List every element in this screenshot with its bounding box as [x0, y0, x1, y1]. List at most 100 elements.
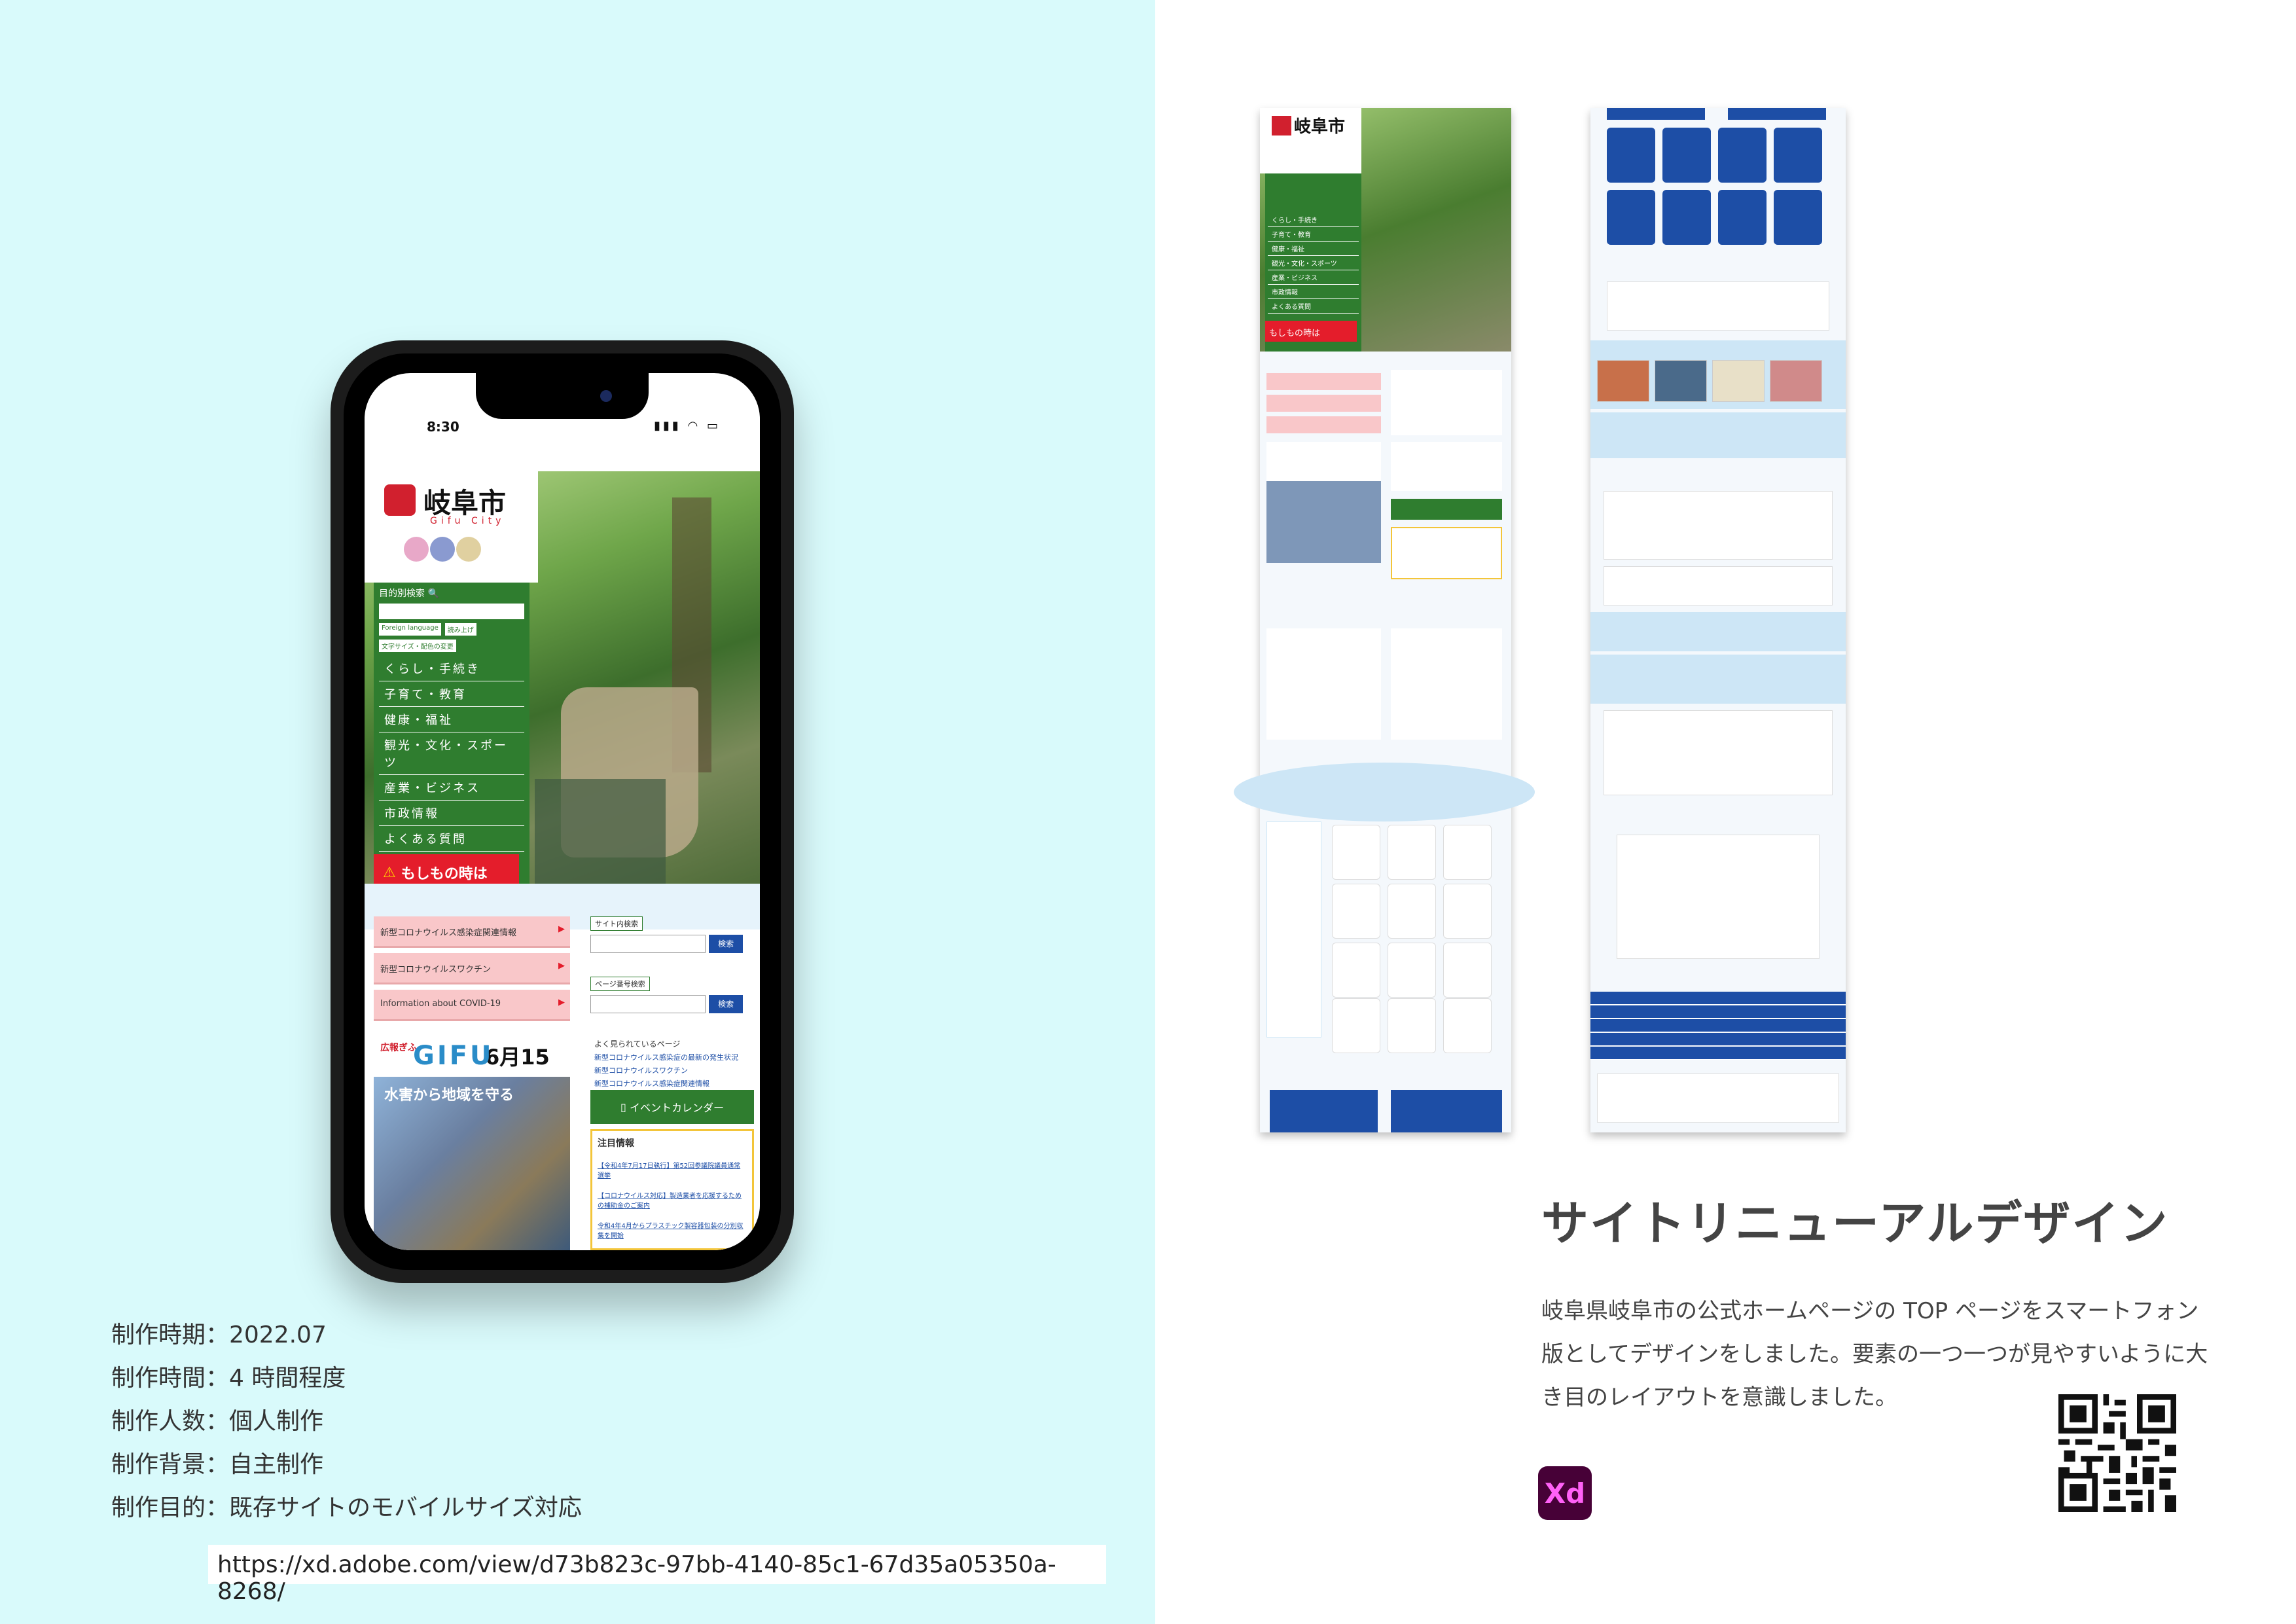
event-calendar-label: イベントカレンダー	[629, 1102, 724, 1114]
popular-title: よく見られているページ	[594, 1039, 681, 1049]
overview-news	[1266, 628, 1381, 740]
page-search-button[interactable]: 検索	[709, 995, 744, 1013]
overview-topic-thumb	[1597, 360, 1649, 402]
site-search-input[interactable]	[590, 935, 706, 953]
overview-menu-item: 子育て・教育	[1268, 227, 1359, 242]
meta-purpose: 制作目的：既存サイトのモバイルサイズ対応	[111, 1494, 582, 1521]
overview-icon-tile	[1443, 998, 1492, 1053]
logo-name: 岐阜市	[423, 487, 507, 519]
status-time: 8:30	[427, 419, 459, 435]
notice-item[interactable]: 【コロナウイルス対応】製造業者を応援するための補助金のご案内	[598, 1190, 747, 1210]
page-title: サイトリニューアルデザイン	[1541, 1196, 2169, 1251]
overview-plaza	[1590, 612, 1846, 651]
covid-link-english[interactable]: Information about COVID-19	[374, 990, 570, 1021]
overview-links	[1590, 655, 1846, 704]
popular-item[interactable]: 新型コロナウイルス感染症の最新の発生状況	[594, 1052, 750, 1062]
meta-time: 制作時間：4 時間程度	[111, 1365, 346, 1392]
overview-icon-tile	[1332, 884, 1380, 939]
overview-kouhou-cover	[1266, 481, 1381, 563]
popular-item[interactable]: 新型コロナウイルス感染症関連情報	[594, 1078, 750, 1089]
overview-ads	[1617, 835, 1820, 959]
overview-blue-tile	[1662, 190, 1711, 245]
logo-area[interactable]: 岐阜市 Gifu City	[365, 471, 538, 583]
overview-menu-item: 観光・文化・スポーツ	[1268, 256, 1359, 270]
popular-pages: よく見られているページ 新型コロナウイルス感染症の最新の発生状況 新型コロナウイ…	[590, 1034, 754, 1088]
mascot-image	[404, 537, 482, 576]
city-emblem-icon	[1272, 116, 1291, 135]
site-search-button[interactable]: 検索	[709, 935, 744, 953]
overview-icon-tile	[1443, 943, 1492, 998]
kouhou-cover-image[interactable]: 水害から地域を守る	[374, 1077, 570, 1250]
overview-blue-tile	[1607, 128, 1655, 183]
overview-about	[1604, 491, 1833, 560]
overview-side-list	[1266, 821, 1321, 1038]
menu-item-health[interactable]: 健康・福祉	[379, 707, 524, 732]
overview-event-button	[1391, 499, 1502, 520]
overview-icon-tile	[1388, 825, 1436, 880]
site-overview-column-2	[1590, 108, 1846, 1132]
warning-icon: ⚠	[383, 864, 396, 881]
phone-bezel: 8:30 ▮▮▮ ◠ ▭ 岐阜市 Gifu City 目的別検索 🔍 Forei…	[344, 353, 781, 1270]
page-search-label: ページ番号検索	[590, 977, 650, 991]
overview-icon-tile	[1388, 998, 1436, 1053]
overview-search-tile	[1270, 1090, 1378, 1132]
overview-menu-item: 健康・福祉	[1268, 242, 1359, 256]
covid-link-vaccine[interactable]: 新型コロナウイルスワクチン	[374, 953, 570, 984]
text-size-button[interactable]: 文字サイズ・配色の変更	[379, 640, 456, 652]
overview-emergency: もしもの時は	[1265, 321, 1357, 342]
overview-topic-thumb	[1655, 360, 1707, 402]
foreign-language-button[interactable]: Foreign language	[379, 623, 441, 636]
kouhou-title: 広報ぎふ	[380, 1043, 417, 1053]
qr-code-icon[interactable]	[2058, 1394, 2176, 1512]
read-aloud-button[interactable]: 読み上げ	[444, 623, 476, 636]
site-search: サイト内検索 検索	[590, 916, 754, 970]
menu-item-tourism[interactable]: 観光・文化・スポーツ	[379, 732, 524, 775]
menu-item-childcare[interactable]: 子育て・教育	[379, 681, 524, 707]
left-panel: 8:30 ▮▮▮ ◠ ▭ 岐阜市 Gifu City 目的別検索 🔍 Forei…	[0, 0, 1155, 1624]
phone-screen: 8:30 ▮▮▮ ◠ ▭ 岐阜市 Gifu City 目的別検索 🔍 Forei…	[365, 373, 760, 1250]
overview-icon-tile	[1332, 998, 1380, 1053]
overview-blue-tile	[1718, 190, 1767, 245]
overview-blue-tile	[1607, 190, 1655, 245]
meta-background: 制作背景：自主制作	[111, 1451, 324, 1478]
event-calendar-button[interactable]: ▯ イベントカレンダー	[590, 1090, 754, 1124]
overview-topic-thumb	[1770, 360, 1822, 402]
overview-footer-link	[1590, 1005, 1846, 1019]
menu-search-input[interactable]	[379, 604, 524, 619]
overview-footer	[1597, 1074, 1839, 1123]
notice-item[interactable]: 令和4年4月からプラスチック製容器包装の分別収集を開始	[598, 1220, 747, 1240]
calendar-icon: ▯	[620, 1100, 630, 1113]
overview-footer-link	[1590, 992, 1846, 1005]
overview-icon-tile	[1332, 943, 1380, 998]
meta-people: 制作人数：個人制作	[111, 1408, 324, 1435]
overview-footer-link	[1590, 1019, 1846, 1032]
menu-item-city[interactable]: 市政情報	[379, 801, 524, 826]
menu-item-faq[interactable]: よくある質問	[379, 826, 524, 852]
kouhou-logo: GIFU	[413, 1041, 494, 1071]
menu-item-living[interactable]: くらし・手続き	[379, 656, 524, 681]
kouhou-header[interactable]: 広報ぎふ 6月15日号 GIFU	[374, 1034, 570, 1100]
overview-blue-tile	[1774, 128, 1822, 183]
covid-link-info[interactable]: 新型コロナウイルス感染症関連情報	[374, 916, 570, 948]
camera-icon	[600, 390, 612, 402]
overview-icon-tile	[1443, 825, 1492, 880]
hero-water	[535, 779, 666, 884]
notice-item[interactable]: 【令和4年7月17日執行】第52回参議院議員通常選挙	[598, 1160, 747, 1180]
menu-item-business[interactable]: 産業・ビジネス	[379, 775, 524, 801]
overview-tag	[1728, 108, 1826, 120]
notice-box: 注目情報 【令和4年7月17日執行】第52回参議院議員通常選挙 【コロナウイルス…	[590, 1129, 754, 1250]
xd-url[interactable]: https://xd.adobe.com/view/d73b823c-97bb-…	[208, 1545, 1106, 1605]
phone-mockup: 8:30 ▮▮▮ ◠ ▭ 岐阜市 Gifu City 目的別検索 🔍 Forei…	[331, 340, 794, 1283]
page-search-input[interactable]	[590, 995, 706, 1013]
overview-population	[1604, 710, 1833, 795]
meta-period: 制作時期：2022.07	[111, 1322, 327, 1348]
overview-covid-bar	[1266, 416, 1381, 433]
menu-utility-buttons: Foreign language 読み上げ 文字サイズ・配色の変更	[374, 619, 529, 656]
overview-icon-tile	[1388, 943, 1436, 998]
popular-item[interactable]: 新型コロナウイルスワクチン	[594, 1065, 750, 1075]
overview-menu-item: くらし・手続き	[1268, 213, 1359, 227]
overview-logo-text: 岐阜市	[1294, 117, 1346, 137]
overview-icon-tile	[1332, 825, 1380, 880]
overview-blue-tile	[1718, 128, 1767, 183]
overview-search-tile	[1391, 1090, 1502, 1132]
